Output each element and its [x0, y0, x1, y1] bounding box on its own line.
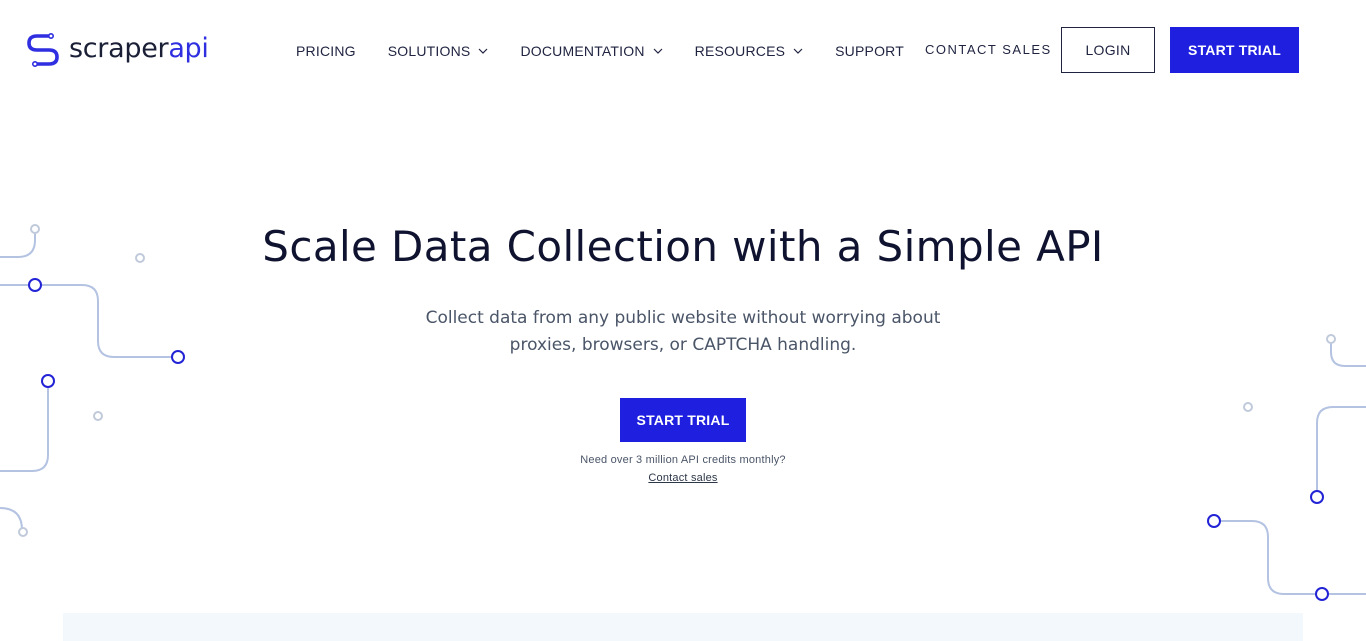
chevron-down-icon: [653, 48, 663, 54]
logo-wordmark: scraperapi: [69, 31, 209, 67]
main-nav: PRICING SOLUTIONS DOCUMENTATION RESOURCE…: [296, 41, 904, 61]
nav-item-support[interactable]: SUPPORT: [835, 43, 904, 59]
start-trial-button-hero[interactable]: START TRIAL: [620, 398, 746, 442]
chevron-down-icon: [793, 48, 803, 54]
content-panel-top-edge: [63, 613, 1303, 641]
logo-wordmark-api: api: [168, 33, 209, 64]
login-button[interactable]: LOGIN: [1061, 27, 1155, 73]
logo-wordmark-scraper: scraper: [69, 33, 169, 64]
nav-item-solutions-label: SOLUTIONS: [387, 43, 471, 59]
nav-item-support-label: SUPPORT: [835, 43, 904, 59]
chevron-down-icon: [479, 48, 488, 54]
contact-sales-hero-link[interactable]: Contact sales: [648, 472, 717, 484]
hero-subtitle-line2: proxies, browsers, or CAPTCHA handling.: [509, 335, 857, 355]
start-trial-button-header[interactable]: START TRIAL: [1170, 27, 1299, 73]
contact-sales-hero-container: Contact sales: [0, 472, 1366, 484]
nav-item-resources[interactable]: RESOURCES: [695, 43, 803, 59]
logo[interactable]: scraperapi: [25, 31, 209, 67]
nav-item-documentation-label: DOCUMENTATION: [520, 43, 645, 59]
site-header: scraperapi PRICING SOLUTIONS DOCUMENTATI…: [0, 0, 1366, 100]
hero-subtitle-line1: Collect data from any public website wit…: [425, 308, 941, 328]
hero-title: Scale Data Collection with a Simple API: [262, 222, 1104, 271]
hero-subtitle: Collect data from any public website wit…: [383, 305, 983, 359]
nav-item-documentation[interactable]: DOCUMENTATION: [520, 43, 663, 59]
nav-item-pricing-label: PRICING: [296, 43, 356, 59]
contact-sales-link[interactable]: CONTACT SALES: [925, 42, 1052, 57]
credits-note: Need over 3 million API credits monthly?: [580, 454, 786, 466]
nav-item-solutions[interactable]: SOLUTIONS: [388, 43, 489, 59]
nav-item-pricing[interactable]: PRICING: [296, 43, 356, 59]
scraperapi-s-logo-icon: [27, 32, 59, 67]
nav-item-resources-label: RESOURCES: [694, 43, 786, 59]
